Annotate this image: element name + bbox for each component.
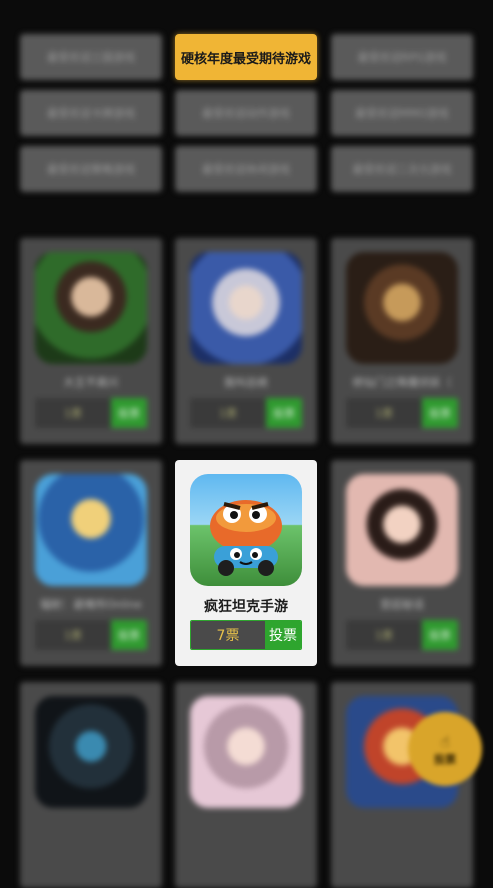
- tab-label: 最受欢迎三国游戏: [47, 51, 135, 64]
- vote-row: 1票 投票: [35, 620, 147, 650]
- game-name: 辐射：避难所Online: [40, 598, 142, 611]
- game-card[interactable]: 辐射：避难所Online 1票 投票: [20, 460, 162, 666]
- game-card[interactable]: [175, 682, 317, 888]
- vault-boy-icon: [35, 474, 147, 586]
- game-name: 我叫总统: [224, 376, 268, 389]
- game-card-featured[interactable]: 疯狂坦克手游 7票 投票: [175, 460, 317, 666]
- game-name: 大王不高兴: [63, 376, 119, 389]
- tab-category-featured[interactable]: 硬核年度最受期待游戏: [175, 34, 317, 80]
- game-card[interactable]: [20, 682, 162, 888]
- tab-label: 最受欢迎卡牌游戏: [47, 107, 135, 120]
- game-name: 宫廷秘话: [380, 598, 424, 611]
- vote-fab-button[interactable]: ☝ 投票: [408, 712, 482, 786]
- game-card[interactable]: 修仙门之降魔伏妖（ 1票 投票: [331, 238, 473, 444]
- hand-icon: ☝: [440, 731, 450, 751]
- tab-category-3[interactable]: 最受欢迎RPG游戏: [331, 34, 473, 80]
- vote-button[interactable]: 投票: [266, 398, 302, 428]
- vote-count: 1票: [35, 398, 111, 428]
- game-name: 修仙门之降魔伏妖（: [352, 376, 452, 389]
- vote-count: 1票: [190, 398, 266, 428]
- tab-label: 最受欢迎策略游戏: [47, 163, 135, 176]
- vote-count: 1票: [346, 620, 422, 650]
- tab-category-6[interactable]: 最受欢迎MMO游戏: [331, 90, 473, 136]
- vote-row: 1票 投票: [346, 620, 458, 650]
- palace-lady-icon: [346, 474, 458, 586]
- game-card[interactable]: 大王不高兴 1票 投票: [20, 238, 162, 444]
- tab-label: 最受欢迎MMO游戏: [355, 107, 449, 120]
- vote-row: 1票 投票: [35, 398, 147, 428]
- tab-label: 硬核年度最受期待游戏: [180, 51, 311, 67]
- vote-row: 1票 投票: [346, 398, 458, 428]
- tab-category-9[interactable]: 最受欢迎二次元游戏: [331, 146, 473, 192]
- tab-category-4[interactable]: 最受欢迎卡牌游戏: [20, 90, 162, 136]
- golden-warrior-icon: [346, 252, 458, 364]
- game-card[interactable]: 我叫总统 1票 投票: [175, 238, 317, 444]
- vote-count: 1票: [346, 398, 422, 428]
- vote-button[interactable]: 投票: [111, 620, 147, 650]
- tab-category-1[interactable]: 最受欢迎三国游戏: [20, 34, 162, 80]
- tab-category-7[interactable]: 最受欢迎策略游戏: [20, 146, 162, 192]
- game-card[interactable]: 宫廷秘话 1票 投票: [331, 460, 473, 666]
- fairy-lady-icon: [190, 696, 302, 808]
- vote-count: 1票: [35, 620, 111, 650]
- silver-hair-hero-icon: [190, 252, 302, 364]
- vote-button[interactable]: 投票: [422, 620, 458, 650]
- tab-label: 最受欢迎二次元游戏: [352, 163, 452, 176]
- game-name: 疯狂坦克手游: [204, 599, 288, 615]
- tab-category-8[interactable]: 最受欢迎休闲游戏: [175, 146, 317, 192]
- vote-button[interactable]: 投票: [111, 398, 147, 428]
- vote-count: 7票: [191, 621, 265, 649]
- tab-label: 最受欢迎RPG游戏: [357, 51, 447, 64]
- vote-row: 7票 投票: [190, 620, 302, 650]
- vote-button[interactable]: 投票: [422, 398, 458, 428]
- vote-row: 1票 投票: [190, 398, 302, 428]
- anime-warrior-icon: [35, 252, 147, 364]
- tank-mascot-icon: [190, 474, 302, 586]
- tab-label: 最受欢迎休闲游戏: [202, 163, 290, 176]
- dark-knight-icon: [35, 696, 147, 808]
- fab-label: 投票: [434, 752, 456, 766]
- tab-label: 最受欢迎动作游戏: [202, 107, 290, 120]
- vote-button[interactable]: 投票: [265, 621, 301, 649]
- tab-category-5[interactable]: 最受欢迎动作游戏: [175, 90, 317, 136]
